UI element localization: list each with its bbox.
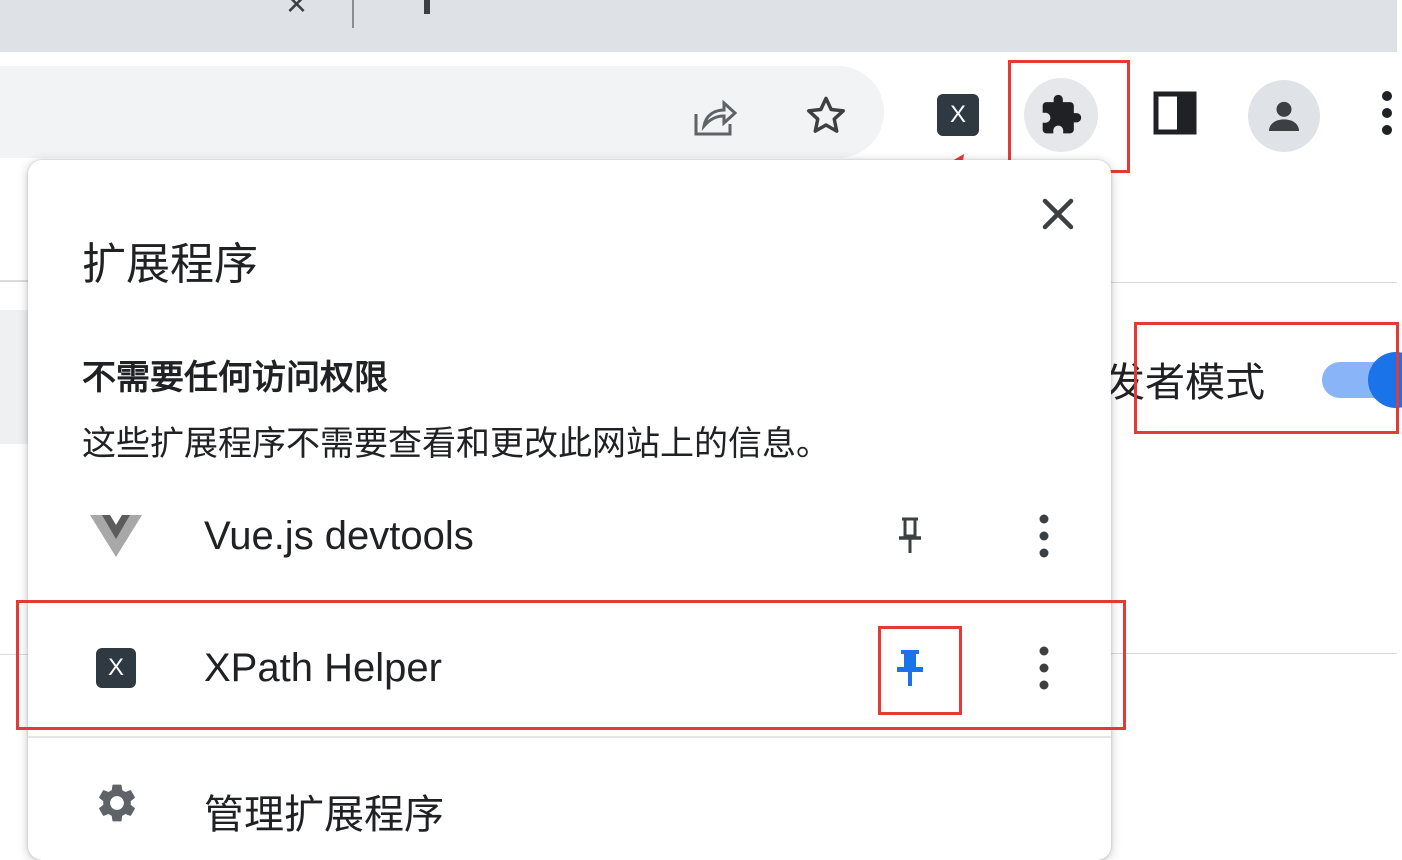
gear-icon — [92, 778, 142, 828]
side-panel-icon[interactable] — [1152, 90, 1198, 136]
highlight-box-pin — [878, 626, 962, 715]
highlight-box-extensions-button — [1008, 60, 1130, 173]
tab-close-button[interactable]: × — [286, 0, 307, 22]
address-bar[interactable] — [0, 66, 884, 158]
background-divider — [1100, 282, 1397, 283]
popup-title: 扩展程序 — [82, 240, 258, 289]
tab-strip: × — [0, 0, 1397, 52]
section-title: 不需要任何访问权限 — [82, 359, 388, 397]
share-icon[interactable] — [688, 92, 740, 144]
manage-extensions-item[interactable]: 管理扩展程序 — [28, 752, 1111, 842]
close-icon[interactable] — [1034, 190, 1082, 238]
more-menu-icon[interactable] — [1372, 86, 1402, 140]
xpath-helper-toolbar-icon[interactable]: X — [937, 94, 979, 136]
highlight-box-developer-mode — [1134, 322, 1399, 434]
section-description: 这些扩展程序不需要查看和更改此网站上的信息。 — [82, 425, 830, 463]
manage-extensions-label: 管理扩展程序 — [204, 793, 444, 837]
tab-separator — [352, 0, 354, 28]
popup-divider — [28, 736, 1111, 738]
new-tab-button[interactable] — [424, 0, 430, 14]
more-options-icon[interactable] — [1028, 506, 1060, 566]
profile-avatar-icon[interactable] — [1248, 80, 1320, 152]
pin-icon[interactable] — [884, 508, 936, 564]
background-divider — [0, 280, 30, 282]
background-panel — [0, 310, 30, 444]
extension-name: Vue.js devtools — [204, 514, 474, 558]
vue-logo-icon — [90, 510, 142, 562]
extension-row[interactable]: Vue.js devtools — [28, 476, 1111, 596]
bookmark-star-icon[interactable] — [800, 90, 852, 142]
background-divider — [1100, 653, 1397, 654]
